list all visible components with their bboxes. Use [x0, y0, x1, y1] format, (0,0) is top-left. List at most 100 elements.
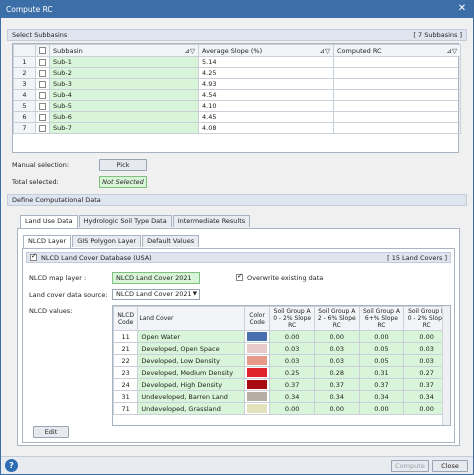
- rc-cell[interactable]: 0.34: [358, 390, 405, 403]
- nlcd-values-label: NLCD values:: [29, 307, 73, 315]
- column-nlcd-code[interactable]: NLCD Code: [113, 306, 139, 331]
- table-row[interactable]: 71 Undeveloped, Grassland 0.00 0.00 0.00 0.00: [113, 402, 450, 415]
- table-row[interactable]: 1 Sub-1 5.14: [13, 56, 461, 68]
- edit-button[interactable]: Edit: [33, 426, 69, 438]
- subbasin-count: [ 7 Subbasins ]: [413, 31, 462, 39]
- rc-cell[interactable]: 0.34: [313, 390, 360, 403]
- color-code-cell[interactable]: [243, 378, 271, 391]
- column-computed-rc[interactable]: Computed RC ⊿▽: [333, 44, 461, 57]
- chevron-down-icon[interactable]: ▼: [193, 290, 197, 299]
- nlcd-code-cell: 31: [113, 390, 139, 403]
- table-row[interactable]: 4 Sub-4 4.54: [13, 89, 461, 101]
- average-slope-cell: 4.54: [198, 89, 334, 101]
- filter-icon[interactable]: ⊿▽: [185, 47, 195, 55]
- subbasins-grid: Subbasin ⊿▽ Average Slope (%) ⊿▽ Computed …: [12, 43, 461, 153]
- close-icon[interactable]: ✕: [455, 3, 469, 16]
- rc-cell[interactable]: 0.00: [313, 330, 360, 343]
- column-soil-a-0-2[interactable]: Soil Group A 0 - 2% Slope RC: [269, 306, 315, 331]
- filter-icon[interactable]: ⊿▽: [320, 47, 330, 55]
- rc-cell[interactable]: 0.05: [358, 354, 405, 367]
- select-subbasins-header: Select Subbasins [ 7 Subbasins ]: [7, 29, 467, 41]
- column-soil-a-2-6[interactable]: Soil Group A 2 - 6% Slope RC: [313, 306, 360, 331]
- average-slope-cell: 4.08: [198, 122, 334, 134]
- table-row[interactable]: 6 Sub-6 4.45: [13, 111, 461, 123]
- overwrite-checkbox[interactable]: [236, 272, 243, 281]
- tab-nlcd-layer[interactable]: NLCD Layer: [23, 235, 72, 248]
- computed-rc-cell: [333, 122, 461, 134]
- table-row[interactable]: 23 Developed, Medium Density 0.25 0.28 0.31 0…: [113, 366, 450, 379]
- tab-hydrologic-soil-type-data[interactable]: Hydrologic Soil Type Data: [78, 215, 172, 227]
- row-checkbox[interactable]: [35, 56, 50, 68]
- table-row[interactable]: 5 Sub-5 4.10: [13, 100, 461, 112]
- map-layer-field[interactable]: NLCD Land Cover 2021: [112, 272, 200, 284]
- table-row[interactable]: 31 Undeveloped, Barren Land 0.34 0.34 0.34 0.…: [113, 390, 450, 403]
- color-code-cell[interactable]: [243, 342, 271, 355]
- color-code-cell[interactable]: [243, 354, 271, 367]
- pick-button[interactable]: Pick: [99, 159, 147, 171]
- row-checkbox[interactable]: [35, 100, 50, 112]
- row-number: 6: [13, 111, 36, 123]
- tab-intermediate-results[interactable]: Intermediate Results: [172, 215, 251, 227]
- filter-icon[interactable]: ⊿▽: [447, 47, 457, 55]
- vertical-scrollbar[interactable]: [442, 306, 450, 425]
- table-row[interactable]: 7 Sub-7 4.08: [13, 122, 461, 134]
- column-land-cover[interactable]: Land Cover: [137, 306, 245, 331]
- rc-cell[interactable]: 0.37: [358, 378, 405, 391]
- rc-cell[interactable]: 0.37: [313, 378, 360, 391]
- rc-cell[interactable]: 0.28: [313, 366, 360, 379]
- select-all-checkbox[interactable]: [35, 44, 50, 57]
- tab-default-values[interactable]: Default Values: [142, 235, 200, 247]
- land-cover-cell: Undeveloped, Barren Land: [137, 390, 245, 403]
- total-selected-value: Not Selected: [99, 176, 147, 188]
- table-row[interactable]: 2 Sub-2 4.25: [13, 67, 461, 79]
- rc-cell[interactable]: 0.25: [269, 366, 315, 379]
- color-code-cell[interactable]: [243, 330, 271, 343]
- rc-cell[interactable]: 0.00: [358, 402, 405, 415]
- color-code-cell[interactable]: [243, 366, 271, 379]
- compute-rc-dialog: Compute RC ✕ Select Subbasins [ 7 Subbas…: [0, 0, 474, 475]
- rc-cell[interactable]: 0.05: [358, 342, 405, 355]
- row-checkbox[interactable]: [35, 78, 50, 90]
- rc-cell[interactable]: 0.03: [313, 342, 360, 355]
- row-checkbox[interactable]: [35, 89, 50, 101]
- rc-cell[interactable]: 0.03: [313, 354, 360, 367]
- rc-cell[interactable]: 0.00: [269, 330, 315, 343]
- help-icon[interactable]: ?: [5, 459, 18, 472]
- rc-cell[interactable]: 0.00: [269, 402, 315, 415]
- column-color-code[interactable]: Color Code: [243, 306, 271, 331]
- rc-cell[interactable]: 0.00: [313, 402, 360, 415]
- color-swatch: [246, 332, 268, 341]
- computed-rc-cell: [333, 78, 461, 90]
- column-soil-a-6[interactable]: Soil Group A 6+% Slope RC: [358, 306, 405, 331]
- rc-cell[interactable]: 0.03: [269, 342, 315, 355]
- table-row[interactable]: 24 Developed, High Density 0.37 0.37 0.37 0.3…: [113, 378, 450, 391]
- nlcd-enable-checkbox[interactable]: [30, 252, 37, 261]
- close-button[interactable]: Close: [432, 460, 468, 472]
- data-source-select[interactable]: NLCD Land Cover 2021 ▼: [112, 289, 200, 300]
- rc-cell[interactable]: 0.31: [358, 366, 405, 379]
- column-subbasin[interactable]: Subbasin ⊿▽: [49, 44, 199, 57]
- row-number: 4: [13, 89, 36, 101]
- column-average-slope[interactable]: Average Slope (%) ⊿▽: [198, 44, 334, 57]
- table-row[interactable]: 11 Open Water 0.00 0.00 0.00 0.00: [113, 330, 450, 343]
- compute-button[interactable]: Compute: [391, 460, 429, 472]
- nlcd-values-grid: NLCD Code Land Cover Color Code Soil Gro…: [112, 305, 451, 426]
- land-cover-cell: Undeveloped, Grassland: [137, 402, 245, 415]
- rc-cell[interactable]: 0.03: [269, 354, 315, 367]
- table-row[interactable]: 22 Developed, Low Density 0.03 0.03 0.05 0.03: [113, 354, 450, 367]
- color-code-cell[interactable]: [243, 390, 271, 403]
- table-row[interactable]: 3 Sub-3 4.93: [13, 78, 461, 90]
- table-row[interactable]: 21 Developed, Open Space 0.03 0.03 0.05 0.03: [113, 342, 450, 355]
- nlcd-header-title: NLCD Land Cover Database (USA): [41, 253, 152, 262]
- rc-cell[interactable]: 0.00: [358, 330, 405, 343]
- nlcd-header: NLCD Land Cover Database (USA) [ 15 Land…: [26, 252, 451, 263]
- row-checkbox[interactable]: [35, 111, 50, 123]
- row-checkbox[interactable]: [35, 122, 50, 134]
- tab-gis-polygon-layer[interactable]: GIS Polygon Layer: [72, 235, 142, 247]
- tab-land-use-data[interactable]: Land Use Data: [20, 215, 78, 228]
- row-checkbox[interactable]: [35, 67, 50, 79]
- color-code-cell[interactable]: [243, 402, 271, 415]
- rc-cell[interactable]: 0.37: [269, 378, 315, 391]
- rc-cell[interactable]: 0.34: [269, 390, 315, 403]
- color-swatch: [246, 392, 268, 401]
